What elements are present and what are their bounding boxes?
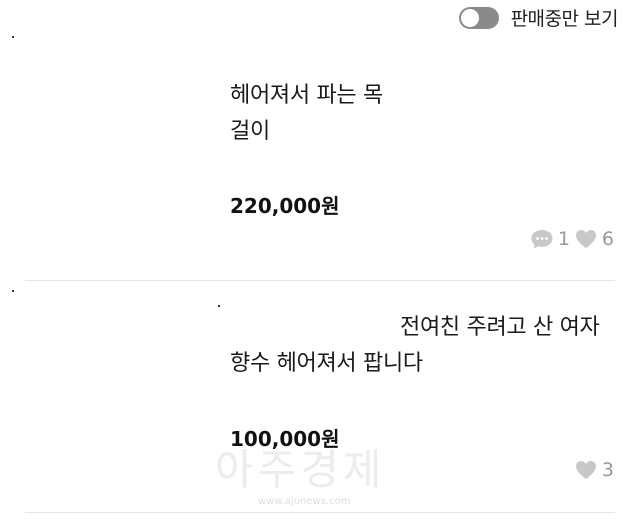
listing-item[interactable]: 헤어져서 파는 목걸이 220,000원 1 6 xyxy=(0,0,640,282)
comment-icon xyxy=(531,230,553,249)
listing-stats: 1 6 xyxy=(530,228,614,250)
listing-price: 220,000원 xyxy=(230,194,340,218)
like-count-value: 6 xyxy=(601,228,614,250)
listing-title: 전여친 주려고 산 여자향수 헤어져서 팝니다 xyxy=(230,315,600,376)
like-count: 6 xyxy=(574,228,614,250)
like-count: 3 xyxy=(574,459,614,481)
listing-title: 헤어져서 파는 목걸이 xyxy=(230,83,383,144)
divider xyxy=(25,512,615,513)
comment-count-value: 1 xyxy=(557,228,570,250)
watermark-url: www.ajunews.com xyxy=(258,496,351,507)
listing-stats: 3 xyxy=(574,459,614,481)
watermark-logo: 아주경제 xyxy=(215,445,386,494)
like-count-value: 3 xyxy=(601,459,614,481)
heart-icon xyxy=(575,230,596,248)
divider xyxy=(25,280,615,281)
heart-icon xyxy=(575,461,596,479)
comment-count: 1 xyxy=(530,228,570,250)
